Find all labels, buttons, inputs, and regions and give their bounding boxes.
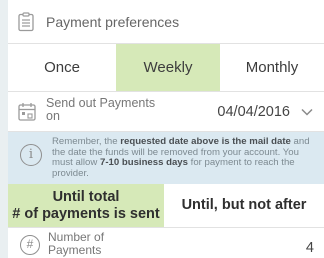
send-out-date-row[interactable]: Send out Payments on 04/04/2016 bbox=[8, 92, 324, 132]
number-of-payments-row[interactable]: # Number of Payments 4 bbox=[8, 228, 324, 258]
send-out-label: Send out Payments on bbox=[46, 97, 176, 123]
clipboard-icon bbox=[18, 11, 36, 32]
number-of-payments-line2: Payments bbox=[48, 242, 102, 257]
stop-until-date-option[interactable]: Until, but not after bbox=[164, 184, 324, 227]
hash-icon: # bbox=[20, 235, 40, 255]
stop-until-total-line2: # of payments is sent bbox=[12, 205, 160, 222]
panel-edge bbox=[0, 0, 8, 258]
notice-text-2: requested date above is the mail date bbox=[120, 136, 291, 147]
mail-date-notice: i Remember, the requested date above is … bbox=[8, 132, 324, 184]
stop-until-total-line1: Until total bbox=[52, 188, 120, 205]
number-of-payments-label: Number of Payments bbox=[48, 231, 104, 256]
send-out-date-value[interactable]: 04/04/2016 bbox=[217, 104, 290, 120]
notice-text-4: 7-10 business days bbox=[99, 157, 188, 169]
mail-date-notice-text: Remember, the requested date above is th… bbox=[52, 136, 316, 179]
frequency-weekly[interactable]: Weekly bbox=[116, 44, 220, 91]
stop-until-total-option[interactable]: Until total # of payments is sent bbox=[8, 184, 164, 227]
frequency-once[interactable]: Once bbox=[8, 44, 116, 91]
notice-text-1: Remember, the bbox=[52, 136, 121, 147]
send-out-label-line1: Send out Payments bbox=[46, 96, 156, 110]
frequency-selector: Once Weekly Monthly bbox=[8, 44, 324, 92]
number-of-payments-value[interactable]: 4 bbox=[306, 240, 314, 256]
payment-preferences-label: Payment preferences bbox=[46, 13, 180, 30]
frequency-monthly[interactable]: Monthly bbox=[220, 44, 324, 91]
calendar-icon bbox=[18, 102, 36, 122]
payment-preferences-header: Payment preferences bbox=[8, 0, 324, 44]
stop-condition-selector: Until total # of payments is sent Until,… bbox=[8, 184, 324, 228]
chevron-down-icon[interactable] bbox=[300, 105, 314, 119]
payment-preferences-panel: Payment preferences Once Weekly Monthly … bbox=[0, 0, 324, 258]
stop-until-date-label: Until, but not after bbox=[181, 197, 307, 213]
info-icon: i bbox=[20, 144, 42, 166]
send-out-label-line2: on bbox=[46, 109, 60, 123]
